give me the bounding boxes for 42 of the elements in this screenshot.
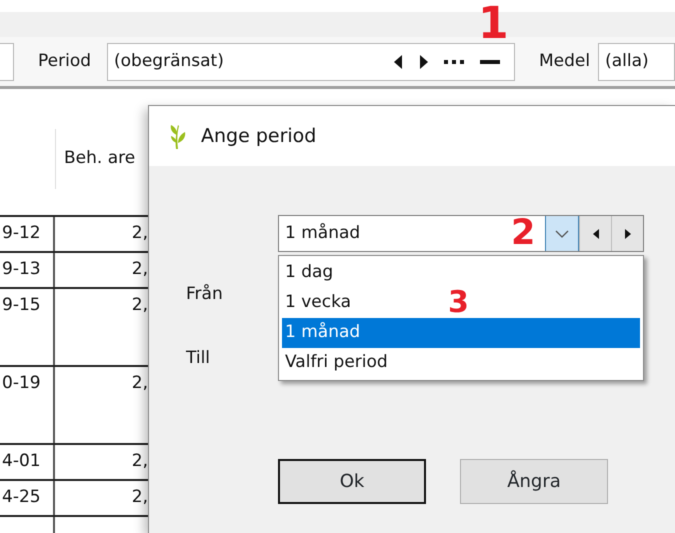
more-icon[interactable] [444,60,464,64]
ok-button[interactable]: Ok [278,459,426,504]
period-value: (obegränsat) [114,50,225,73]
table-cell: 2, [132,259,148,279]
period-label: Period [38,50,92,73]
table-cell: 9-13 [2,259,41,279]
next-button[interactable] [611,216,643,251]
next-icon [624,228,630,238]
previous-button[interactable] [579,216,611,251]
table-cell: 0-19 [2,373,41,393]
table-cell: 2, [132,223,148,243]
table-cell: 2, [132,373,148,393]
field-label: Från [186,283,223,306]
table-cell: 2, [132,295,148,315]
table-cell: 2, [132,487,148,507]
column-header: Beh. are [55,129,136,189]
period-field[interactable]: (obegränsat) [107,42,516,80]
chevron-down-icon [555,230,569,238]
dialog-title: Ange period [201,124,316,149]
next-icon[interactable] [419,54,428,68]
dropdown-option[interactable]: 1 dag [282,258,640,288]
previous-icon[interactable] [394,54,404,68]
text-field[interactable] [0,42,14,80]
table-cell: 9-15 [2,295,41,315]
annotation-number: 3 [448,288,469,318]
leaf-icon [169,123,187,149]
period-select[interactable]: 1 månad 2 [278,215,644,252]
cancel-button[interactable]: Ångra [460,459,608,504]
medel-label: Medel [539,50,590,73]
table-cell: 4-01 [2,451,41,471]
annotation-number: 2 [511,216,536,251]
medel-value: (alla) [605,50,649,73]
table-cell: 4-25 [2,487,41,507]
dropdown-option[interactable]: 1 vecka 3 [282,288,640,318]
table-cell: 2, [132,451,148,471]
dropdown-option[interactable]: Valfri period [282,348,640,378]
dropdown-option[interactable]: 1 månad [282,318,640,348]
field-label: Till [186,346,210,370]
previous-icon [592,228,598,238]
minus-icon[interactable] [480,60,500,64]
table-cell: 9-12 [2,223,41,243]
medel-field[interactable]: (alla) [598,42,675,80]
